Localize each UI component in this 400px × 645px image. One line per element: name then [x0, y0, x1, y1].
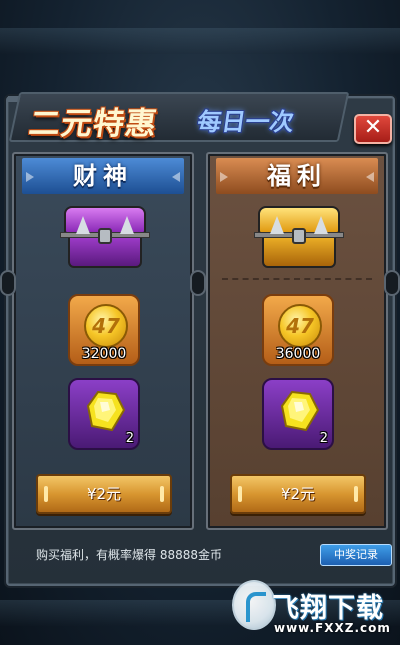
reward-note: 购买福利，有概率爆得 88888金币: [36, 548, 222, 562]
watermark-title: 飞翔下载: [272, 593, 384, 624]
gem-reward-slot[interactable]: 2: [68, 378, 140, 450]
gold-chest-icon: [254, 206, 344, 268]
divider: [222, 278, 372, 280]
yellow-gem-icon: [280, 390, 320, 432]
coin-icon: 47: [278, 304, 322, 348]
offer-card-title: 财神: [22, 158, 184, 194]
offer-card-title: 福利: [216, 158, 378, 194]
buy-button-caishen[interactable]: ¥2元: [36, 474, 172, 514]
coin-amount: 32000: [81, 346, 127, 362]
gem-count: 2: [125, 431, 134, 446]
panel-knob: [190, 270, 206, 296]
win-record-button[interactable]: 中奖记录: [320, 544, 392, 566]
panel-knob: [0, 270, 16, 296]
buy-button-fuli[interactable]: ¥2元: [230, 474, 366, 514]
yellow-gem-icon: [86, 390, 126, 432]
close-button[interactable]: ✕: [354, 114, 392, 144]
watermark-logo: [232, 580, 276, 630]
coin-icon: 47: [84, 304, 128, 348]
coin-amount: 36000: [275, 346, 321, 362]
panel-knob: [384, 270, 400, 296]
offer-card-fuli: 福利 47 36000 2 ¥2元: [206, 152, 388, 530]
gem-reward-slot[interactable]: 2: [262, 378, 334, 450]
purple-chest-icon: [60, 206, 150, 268]
page-subtitle: 每日一次: [195, 108, 296, 136]
coin-reward-slot[interactable]: 47 32000: [68, 294, 140, 366]
page-title: 二元特惠: [26, 106, 160, 142]
coin-reward-slot[interactable]: 47 36000: [262, 294, 334, 366]
background-strip: [0, 28, 400, 54]
offer-card-caishen: 财神 47 32000 2 ¥2元: [12, 152, 194, 530]
gem-count: 2: [319, 431, 328, 446]
watermark-url: www.FXXZ.com: [274, 621, 391, 635]
